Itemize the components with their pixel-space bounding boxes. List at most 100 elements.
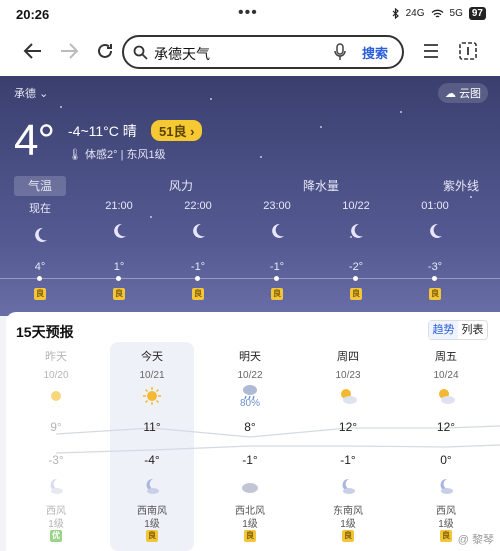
forecast-card: 15天预报 趋势 列表 昨天 10/20 9° -3° 西风 1级 优 今天 1… xyxy=(6,312,500,551)
back-icon[interactable] xyxy=(20,38,46,64)
temp-dot xyxy=(274,276,279,281)
hour-time: 10/22 xyxy=(342,200,370,212)
aqi-chip: 良 xyxy=(440,530,452,542)
moon-cloud-icon xyxy=(342,478,355,494)
city-selector[interactable]: 承德 ⌄ xyxy=(14,85,48,101)
browser-toolbar: 承德天气 搜索 xyxy=(0,28,500,76)
forecast-day[interactable]: 周五 10/24 12° 0° 西风 1级 良 xyxy=(406,348,486,542)
hour-time: 01:00 xyxy=(421,200,449,212)
aqi-chip: 良 xyxy=(34,288,46,300)
hour-temp: 4° xyxy=(34,261,46,273)
hour-item: 10/22 -2° 良 xyxy=(331,200,381,300)
moon-icon xyxy=(35,227,47,242)
search-icon xyxy=(133,45,148,60)
temp-dot xyxy=(116,276,121,281)
day-date: 10/23 xyxy=(335,370,361,381)
day-date: 10/21 xyxy=(139,370,165,381)
thermometer-icon: 🌡︎ xyxy=(68,149,82,161)
tabs-icon[interactable] xyxy=(455,38,481,64)
feels-value: 体感2° xyxy=(85,149,118,161)
hour-item: 23:00 -1° 良 xyxy=(252,200,302,300)
forecast-day[interactable]: 今天 10/21 11° -4° 西南风 1级 良 xyxy=(112,348,192,542)
temp-dot xyxy=(195,276,200,281)
bluetooth-icon xyxy=(392,8,399,19)
aqi-chip: 良 xyxy=(146,530,158,542)
day-name: 周五 xyxy=(435,351,457,363)
mic-icon[interactable] xyxy=(334,43,346,61)
day-name: 今天 xyxy=(141,351,163,363)
status-dots: ••• xyxy=(238,4,258,21)
aqi-value: 51良 xyxy=(159,124,187,139)
cloud-map-button[interactable]: ☁ 云图 xyxy=(438,83,489,103)
battery-icon: 97 xyxy=(468,7,486,20)
moon-cloud-icon xyxy=(50,478,63,494)
moon-icon xyxy=(272,223,284,238)
status-bar: 20:26 ••• 24G 5G 97 xyxy=(0,0,500,28)
tab-uv[interactable]: 紫外线 xyxy=(436,176,486,196)
moon-icon xyxy=(193,223,205,238)
signal-text: 24G xyxy=(405,8,425,19)
search-box[interactable]: 承德天气 搜索 xyxy=(122,35,404,69)
forecast-day[interactable]: 明天 10/22 80% 8° -1° 西北风 1级 良 xyxy=(210,348,290,542)
hour-temp: -3° xyxy=(427,261,443,273)
watermark: @ 黎琴 xyxy=(457,534,494,546)
day-date: 10/22 xyxy=(237,370,263,381)
tab-wind[interactable]: 风力 xyxy=(158,176,204,196)
search-button[interactable]: 搜索 xyxy=(362,43,388,62)
day-low: -1° xyxy=(340,453,356,467)
toggle-trend[interactable]: 趋势 xyxy=(429,321,458,339)
day-name: 昨天 xyxy=(45,351,67,363)
aqi-chip: 良 xyxy=(350,288,362,300)
wind-level: 1级 xyxy=(340,519,356,530)
wifi-icon xyxy=(431,9,443,18)
hour-time: 21:00 xyxy=(105,200,133,212)
hour-item: 01:00 -3° 良 xyxy=(410,200,460,300)
moon-icon xyxy=(430,223,442,238)
day-low: -3° xyxy=(48,453,64,467)
sun-icon xyxy=(143,387,161,405)
temp-dot xyxy=(37,276,42,281)
day-date: 10/24 xyxy=(433,370,459,381)
moon-icon xyxy=(114,223,126,238)
day-high: 12° xyxy=(436,420,456,434)
menu-icon[interactable] xyxy=(418,38,444,64)
refresh-icon[interactable] xyxy=(92,38,118,64)
moon-icon xyxy=(351,223,363,238)
search-input[interactable]: 承德天气 xyxy=(154,44,210,64)
hour-time: 22:00 xyxy=(184,200,212,212)
forecast-day[interactable]: 周四 10/23 12° -1° 东南风 1级 良 xyxy=(308,348,388,542)
day-date: 10/20 xyxy=(43,370,69,381)
sun-cloud-icon xyxy=(439,389,455,404)
day-high: 9° xyxy=(50,420,62,434)
aqi-chip: 良 xyxy=(429,288,441,300)
temp-dot xyxy=(432,276,437,281)
hour-time: 23:00 xyxy=(263,200,291,212)
current-temp: 4° xyxy=(14,116,55,165)
sun-cloud-icon xyxy=(341,389,357,404)
toggle-list[interactable]: 列表 xyxy=(458,321,487,339)
feels-like: 🌡︎ 体感2° | 东风1级 xyxy=(68,146,166,162)
temp-dot xyxy=(353,276,358,281)
tab-precip[interactable]: 降水量 xyxy=(296,176,346,196)
hour-temp: 1° xyxy=(113,261,125,273)
day-low: -1° xyxy=(242,453,258,467)
forecast-day[interactable]: 昨天 10/20 9° -3° 西风 1级 优 xyxy=(16,348,96,542)
hourly-tabs: 气温 风力 降水量 紫外线 xyxy=(0,176,500,198)
day-name: 明天 xyxy=(239,351,261,363)
forecast-title: 15天预报 xyxy=(16,324,74,340)
hour-item: 现在 4° 良 xyxy=(15,200,65,300)
chevron-right-icon: › xyxy=(190,124,195,139)
aqi-chip: 优 xyxy=(50,530,62,542)
tab-temperature[interactable]: 气温 xyxy=(14,176,66,196)
forward-icon[interactable] xyxy=(56,38,82,64)
day-name: 周四 xyxy=(337,351,359,363)
hour-temp: -1° xyxy=(269,261,285,273)
temp-trend-line xyxy=(0,278,500,279)
day-low: -4° xyxy=(144,453,160,467)
day-low: 0° xyxy=(440,453,452,467)
hour-item: 21:00 1° 良 xyxy=(94,200,144,300)
status-icons: 24G 5G 97 xyxy=(392,7,486,20)
aqi-chip: 良 xyxy=(113,288,125,300)
aqi-badge[interactable]: 51良 › xyxy=(151,120,203,141)
aqi-chip: 良 xyxy=(342,530,354,542)
